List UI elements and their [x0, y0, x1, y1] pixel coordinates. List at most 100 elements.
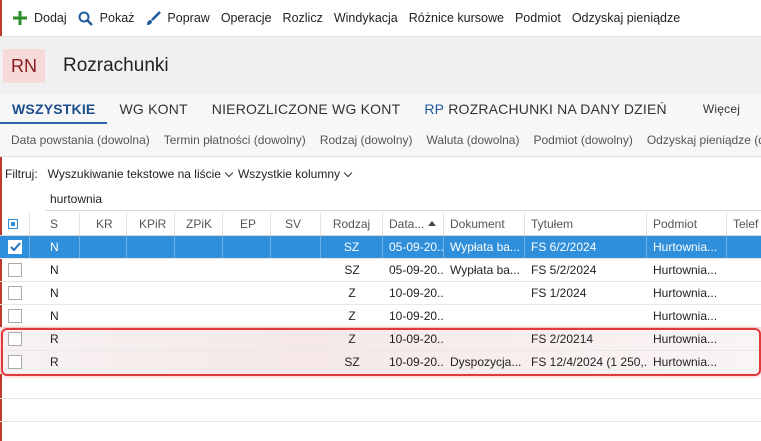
cell-s: R — [50, 332, 59, 346]
checkbox[interactable] — [8, 240, 22, 254]
cell-zpik — [175, 328, 223, 350]
add-button[interactable]: Dodaj — [8, 0, 74, 36]
cell-zpik — [175, 259, 223, 281]
cell-document — [444, 305, 525, 327]
module-badge: RN — [3, 49, 45, 83]
empty-row — [0, 399, 761, 422]
checkbox[interactable] — [8, 286, 22, 300]
chevron-down-icon — [343, 168, 353, 177]
entity-menu[interactable]: Podmiot — [511, 0, 568, 36]
checkbox[interactable] — [8, 263, 22, 277]
edit-button-label: Popraw — [167, 11, 210, 25]
operations-menu[interactable]: Operacje — [217, 0, 279, 36]
cell-entity: Hurtownia... — [653, 309, 718, 323]
recover-money-label: Odzyskaj pieniądze — [571, 11, 681, 25]
collection-menu[interactable]: Windykacja — [330, 0, 405, 36]
table-row[interactable]: N SZ 05-09-20... Wypłata ba... FS 5/2/20… — [0, 259, 761, 282]
row-checkbox[interactable] — [0, 305, 30, 327]
tab-settlements-on-date[interactable]: RP ROZRACHUNKI NA DANY DZIEŃ — [412, 94, 679, 124]
tab-unsettled-label: NIEROZLICZONE WG KONT — [211, 101, 401, 117]
cell-phone — [727, 259, 761, 281]
column-header-title[interactable]: Tytułem — [525, 212, 647, 235]
table-row[interactable]: N Z 10-09-20... Hurtownia... — [0, 305, 761, 328]
search-icon — [78, 10, 94, 26]
row-checkbox[interactable] — [0, 236, 30, 258]
cell-sv — [271, 351, 321, 373]
cell-ep — [223, 259, 271, 281]
table-row[interactable]: N Z 10-09-20... FS 1/2024 Hurtownia... — [0, 282, 761, 305]
entity-label: Podmiot — [514, 11, 561, 25]
column-header-document[interactable]: Dokument — [444, 212, 525, 235]
tab-unsettled-by-account[interactable]: NIEROZLICZONE WG KONT — [200, 94, 413, 124]
filter-creation-date[interactable]: Data powstania (dowolna) — [4, 133, 157, 147]
select-all-checkbox[interactable] — [0, 212, 30, 235]
cell-phone — [727, 236, 761, 258]
cell-zpik — [175, 305, 223, 327]
column-header-date[interactable]: Data... — [383, 212, 444, 235]
table-row[interactable]: R SZ 10-09-20... Dyspozycja... FS 12/4/2… — [0, 351, 761, 374]
cell-date: 05-09-20... — [383, 236, 444, 258]
page-title: Rozrachunki — [63, 55, 169, 76]
cell-sv — [271, 259, 321, 281]
search-mode-dropdown[interactable]: Wyszukiwanie tekstowe na liście — [48, 167, 234, 181]
column-header-ep[interactable]: EP — [223, 212, 271, 235]
plus-icon — [12, 10, 28, 26]
search-columns-value: Wszystkie kolumny — [237, 167, 340, 181]
edit-button[interactable]: Popraw — [141, 0, 216, 36]
row-checkbox[interactable] — [0, 328, 30, 350]
tab-by-account[interactable]: WG KONT — [107, 94, 199, 124]
cell-entity: Hurtownia... — [653, 332, 718, 346]
column-header-entity[interactable]: Podmiot — [647, 212, 727, 235]
column-header-zpik[interactable]: ZPiK — [175, 212, 223, 235]
column-header-type[interactable]: Rodzaj — [321, 212, 383, 235]
table-row[interactable]: R Z 10-09-20... FS 2/20214 Hurtownia... — [0, 328, 761, 351]
cell-zpik — [175, 236, 223, 258]
settlements-table: S KR KPiR ZPiK EP SV Rodzaj Data... Doku… — [0, 212, 761, 374]
page-header: RN Rozrachunki — [0, 36, 761, 94]
column-header-kr[interactable]: KR — [80, 212, 127, 235]
checkbox[interactable] — [8, 355, 22, 369]
column-header-sv[interactable]: SV — [271, 212, 321, 235]
cell-ep — [223, 236, 271, 258]
search-options-row: Filtruj: Wyszukiwanie tekstowe na liście… — [0, 162, 761, 186]
settle-label: Rozlicz — [282, 11, 323, 25]
filter-recover-money[interactable]: Odzyskaj pieniądze (do — [640, 133, 761, 147]
show-button[interactable]: Pokaż — [74, 0, 142, 36]
cell-kr — [80, 305, 127, 327]
checkbox[interactable] — [8, 309, 22, 323]
column-header-s[interactable]: S — [30, 212, 80, 235]
search-input-value: hurtownia — [50, 191, 103, 206]
tab-more[interactable]: Więcej — [691, 94, 752, 124]
cell-date: 10-09-20... — [389, 332, 444, 346]
filter-currency[interactable]: Waluta (dowolna) — [420, 133, 527, 147]
toolbar: Dodaj Pokaż Popraw Operacje Rozlicz Wind… — [0, 0, 761, 36]
brush-icon — [145, 10, 161, 26]
checkbox[interactable] — [8, 332, 22, 346]
cell-title: FS 6/2/2024 — [525, 236, 647, 258]
settle-button[interactable]: Rozlicz — [279, 0, 330, 36]
search-input[interactable]: hurtownia — [45, 187, 761, 211]
exchange-differences-label: Różnice kursowe — [408, 11, 504, 25]
filter-type[interactable]: Rodzaj (dowolny) — [313, 133, 420, 147]
cell-title — [525, 305, 647, 327]
filter-entity[interactable]: Podmiot (dowolny) — [526, 133, 639, 147]
column-header-phone[interactable]: Telef — [727, 212, 761, 235]
table-row[interactable]: N SZ 05-09-20... Wypłata ba... FS 6/2/20… — [0, 236, 761, 259]
cell-s: R — [50, 355, 59, 369]
filter-due-date[interactable]: Termin płatności (dowolny) — [157, 133, 313, 147]
cell-title: FS 1/2024 — [531, 286, 587, 300]
sort-ascending-icon — [428, 221, 437, 226]
exchange-differences-menu[interactable]: Różnice kursowe — [405, 0, 511, 36]
cell-sv — [271, 328, 321, 350]
checkbox-icon — [8, 218, 18, 229]
row-checkbox[interactable] — [0, 351, 30, 373]
cell-type: SZ — [344, 355, 360, 369]
row-checkbox[interactable] — [0, 259, 30, 281]
search-columns-dropdown[interactable]: Wszystkie kolumny — [237, 167, 353, 181]
row-checkbox[interactable] — [0, 282, 30, 304]
cell-s: N — [50, 263, 59, 277]
cell-title: FS 12/4/2024 (1 250,... — [531, 355, 647, 369]
recover-money-button[interactable]: Odzyskaj pieniądze — [568, 0, 687, 36]
tab-all[interactable]: WSZYSTKIE — [0, 94, 108, 124]
column-header-kpir[interactable]: KPiR — [127, 212, 175, 235]
